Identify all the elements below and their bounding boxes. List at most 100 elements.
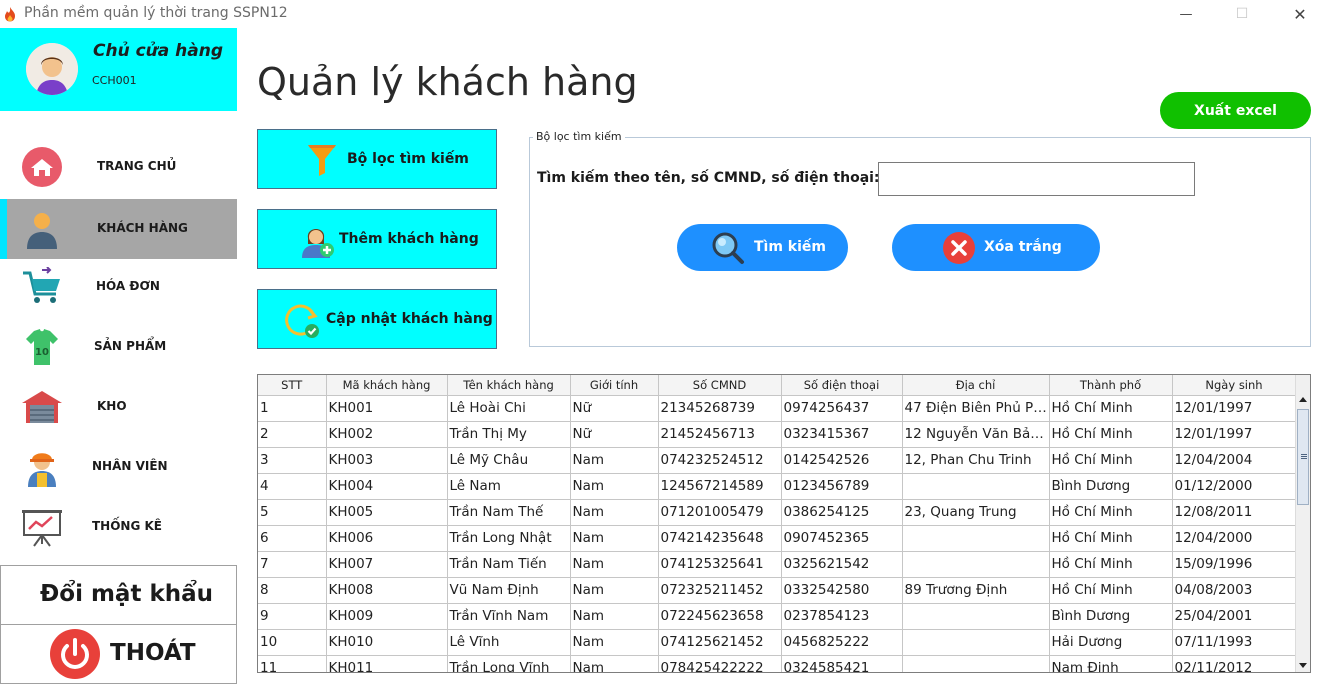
clear-button[interactable]: Xóa trắng <box>892 224 1100 271</box>
minimize-button[interactable]: — <box>1163 0 1209 28</box>
column-header[interactable]: Số CMND <box>658 375 782 396</box>
table-cell: Vũ Nam Định <box>447 577 571 604</box>
worker-icon <box>28 453 56 487</box>
customer-icon <box>27 213 57 249</box>
table-cell: 0142542526 <box>781 447 903 474</box>
table-cell: 15/09/1996 <box>1172 551 1297 578</box>
table-scrollbar[interactable] <box>1295 375 1310 672</box>
table-cell: 124567214589 <box>658 473 782 500</box>
add-customer-button[interactable]: Thêm khách hàng <box>257 209 497 269</box>
search-input[interactable] <box>878 162 1195 196</box>
table-header-row: STT Mã khách hàng Tên khách hàng Giới tính S… <box>258 375 1297 396</box>
table-row[interactable]: 2 KH002 Trần Thị My Nữ 21452456713 0323415367… <box>258 421 1297 448</box>
table-cell: 12/08/2011 <box>1172 499 1297 526</box>
column-header[interactable]: STT <box>258 375 327 396</box>
column-header[interactable]: Ngày sinh <box>1172 375 1297 396</box>
table-cell: 23, Quang Trung <box>902 499 1050 526</box>
table-cell: Hồ Chí Minh <box>1049 577 1173 604</box>
scroll-down-icon[interactable] <box>1299 663 1307 668</box>
table-cell: KH001 <box>326 395 448 422</box>
shirt-icon: 10 <box>26 329 58 365</box>
table-cell: Trần Nam Thế <box>447 499 571 526</box>
table-cell: 0386254125 <box>781 499 903 526</box>
scroll-thumb[interactable] <box>1297 409 1309 505</box>
table-row[interactable]: 5 KH005 Trần Nam Thế Nam 071201005479 0386254… <box>258 499 1297 526</box>
table-cell: Trần Vĩnh Nam <box>447 603 571 630</box>
user-avatar-icon <box>26 43 78 95</box>
table-cell: 7 <box>258 551 327 578</box>
table-cell: Nam <box>570 629 659 656</box>
nav-item-warehouse[interactable]: KHO <box>0 377 237 437</box>
table-cell: Hồ Chí Minh <box>1049 525 1173 552</box>
add-user-icon <box>302 229 334 258</box>
filter-button[interactable]: Bộ lọc tìm kiếm <box>257 129 497 189</box>
column-header[interactable]: Giới tính <box>570 375 659 396</box>
table-row[interactable]: 8 KH008 Vũ Nam Định Nam 072325211452 03325425… <box>258 577 1297 604</box>
table-cell: Hồ Chí Minh <box>1049 551 1173 578</box>
change-password-button[interactable]: Đổi mật khẩu <box>0 565 237 625</box>
minimize-icon: — <box>1179 6 1193 22</box>
column-header[interactable]: Thành phố <box>1049 375 1173 396</box>
table-cell: 0974256437 <box>781 395 903 422</box>
table-cell: 12/04/2000 <box>1172 525 1297 552</box>
nav-item-products[interactable]: 10 SẢN PHẨM <box>0 317 237 377</box>
column-header[interactable]: Số điện thoại <box>781 375 903 396</box>
table-cell: 074214235648 <box>658 525 782 552</box>
table-cell: KH002 <box>326 421 448 448</box>
table-cell: 074125325641 <box>658 551 782 578</box>
clear-x-icon <box>943 232 975 264</box>
flame-app-icon <box>5 7 15 22</box>
table-cell: 078425422222 <box>658 655 782 672</box>
table-cell: KH009 <box>326 603 448 630</box>
table-cell: 0324585421 <box>781 655 903 672</box>
table-cell: Lê Nam <box>447 473 571 500</box>
table-row[interactable]: 1 KH001 Lê Hoài Chi Nữ 21345268739 0974256437… <box>258 395 1297 422</box>
home-icon <box>22 147 62 187</box>
table-cell: KH004 <box>326 473 448 500</box>
table-cell: 6 <box>258 525 327 552</box>
table-row[interactable]: 11 KH011 Trần Long Vĩnh Nam 078425422222 0324… <box>258 655 1297 672</box>
user-id: CCH001 <box>92 74 137 87</box>
update-customer-button[interactable]: Cập nhật khách hàng <box>257 289 497 349</box>
nav-item-statistics[interactable]: THỐNG KÊ <box>0 497 237 557</box>
logout-button[interactable]: THOÁT <box>0 624 237 684</box>
table-cell: 0325621542 <box>781 551 903 578</box>
table-cell: KH007 <box>326 551 448 578</box>
search-button[interactable]: Tìm kiếm <box>677 224 848 271</box>
customer-table: STT Mã khách hàng Tên khách hàng Giới tính S… <box>257 374 1311 673</box>
nav-label-invoices: HÓA ĐƠN <box>96 279 160 293</box>
table-cell: Nam <box>570 655 659 672</box>
nav-label-products: SẢN PHẨM <box>94 339 167 353</box>
table-body: 1 KH001 Lê Hoài Chi Nữ 21345268739 0974256437… <box>258 395 1297 672</box>
table-cell: 21452456713 <box>658 421 782 448</box>
active-indicator <box>0 199 7 259</box>
table-cell: Trần Nam Tiến <box>447 551 571 578</box>
nav-item-employees[interactable]: NHÂN VIÊN <box>0 437 237 497</box>
nav-item-customers[interactable]: KHÁCH HÀNG <box>0 199 237 259</box>
cart-icon <box>23 267 60 303</box>
column-header[interactable]: Mã khách hàng <box>326 375 448 396</box>
table-row[interactable]: 6 KH006 Trần Long Nhật Nam 074214235648 09074… <box>258 525 1297 552</box>
table-row[interactable]: 7 KH007 Trần Nam Tiến Nam 074125325641 032562… <box>258 551 1297 578</box>
nav-item-home[interactable]: TRANG CHỦ <box>0 137 237 197</box>
scroll-up-icon[interactable] <box>1299 397 1307 402</box>
table-cell: Nữ <box>570 395 659 422</box>
table-cell: 11 <box>258 655 327 672</box>
clear-button-label: Xóa trắng <box>984 239 1062 255</box>
export-excel-button[interactable]: Xuất excel <box>1160 92 1311 129</box>
table-cell: Bình Dương <box>1049 473 1173 500</box>
search-filter-legend: Bộ lọc tìm kiếm <box>533 130 625 143</box>
column-header[interactable]: Tên khách hàng <box>447 375 571 396</box>
maximize-button[interactable]: ☐ <box>1219 0 1265 28</box>
table-cell: 071201005479 <box>658 499 782 526</box>
nav-item-invoices[interactable]: HÓA ĐƠN <box>0 257 237 317</box>
table-cell: Nam Định <box>1049 655 1173 672</box>
column-header[interactable]: Địa chỉ <box>902 375 1050 396</box>
table-row[interactable]: 3 KH003 Lê Mỹ Châu Nam 074232524512 014254252… <box>258 447 1297 474</box>
table-row[interactable]: 10 KH010 Lê Vĩnh Nam 074125621452 0456825222 H… <box>258 629 1297 656</box>
table-row[interactable]: 9 KH009 Trần Vĩnh Nam Nam 072245623658 023785… <box>258 603 1297 630</box>
customer-data-table: STT Mã khách hàng Tên khách hàng Giới tính S… <box>258 375 1297 672</box>
table-row[interactable]: 4 KH004 Lê Nam Nam 124567214589 0123456789 Bìn… <box>258 473 1297 500</box>
close-button[interactable]: ✕ <box>1277 0 1323 28</box>
funnel-icon <box>308 145 336 176</box>
